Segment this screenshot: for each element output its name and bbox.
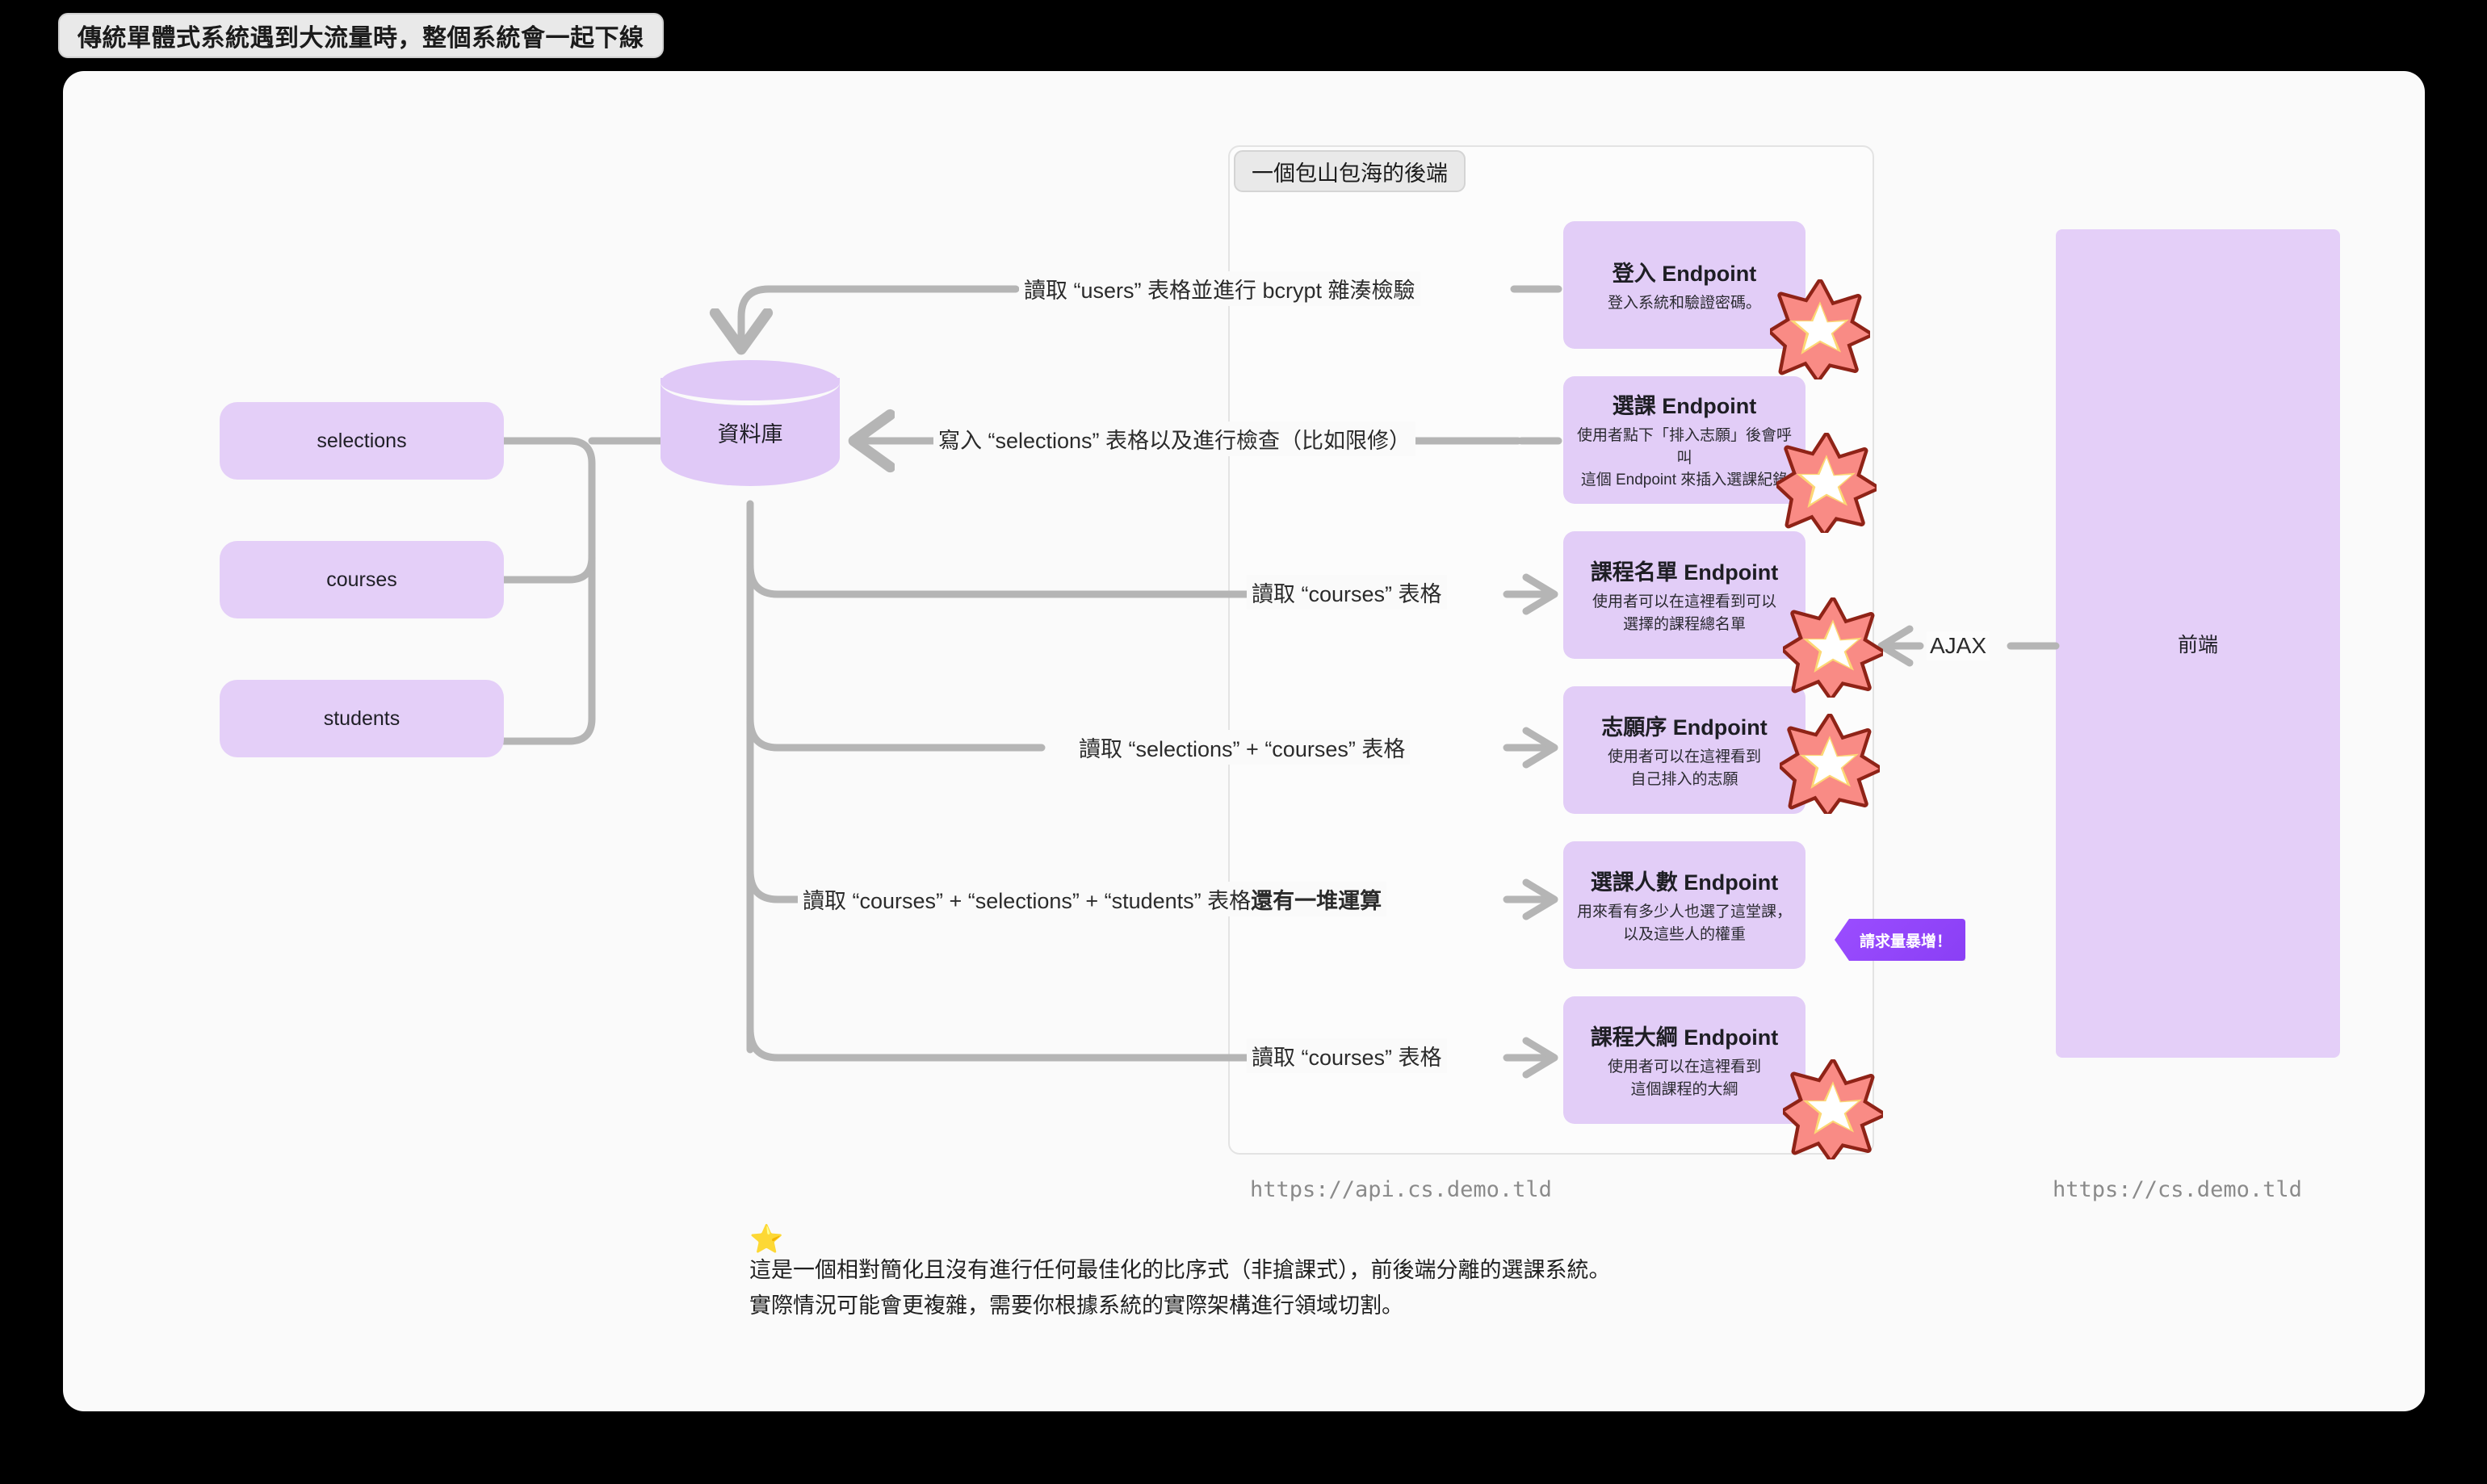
arrow-layer — [1503, 285, 2060, 1079]
backend-container-label: 一個包山包海的後端 — [1234, 150, 1466, 192]
diagram-root: 傳統單體式系統遇到大流量時，整個系統會一起下線 一個包山包海的後端 select… — [0, 0, 2487, 1484]
explosion-icon — [1781, 597, 1886, 701]
explosion-icon — [1768, 279, 1873, 383]
diagram-title: 傳統單體式系統遇到大流量時，整個系統會一起下線 — [58, 13, 664, 58]
request-surge-badge: 請求量暴增！ — [1835, 919, 1965, 961]
explosion-icon — [1781, 1059, 1886, 1163]
explosion-icon — [1775, 432, 1880, 536]
explosion-icon — [1778, 713, 1883, 817]
request-surge-badge-label: 請求量暴增！ — [1859, 933, 1952, 950]
